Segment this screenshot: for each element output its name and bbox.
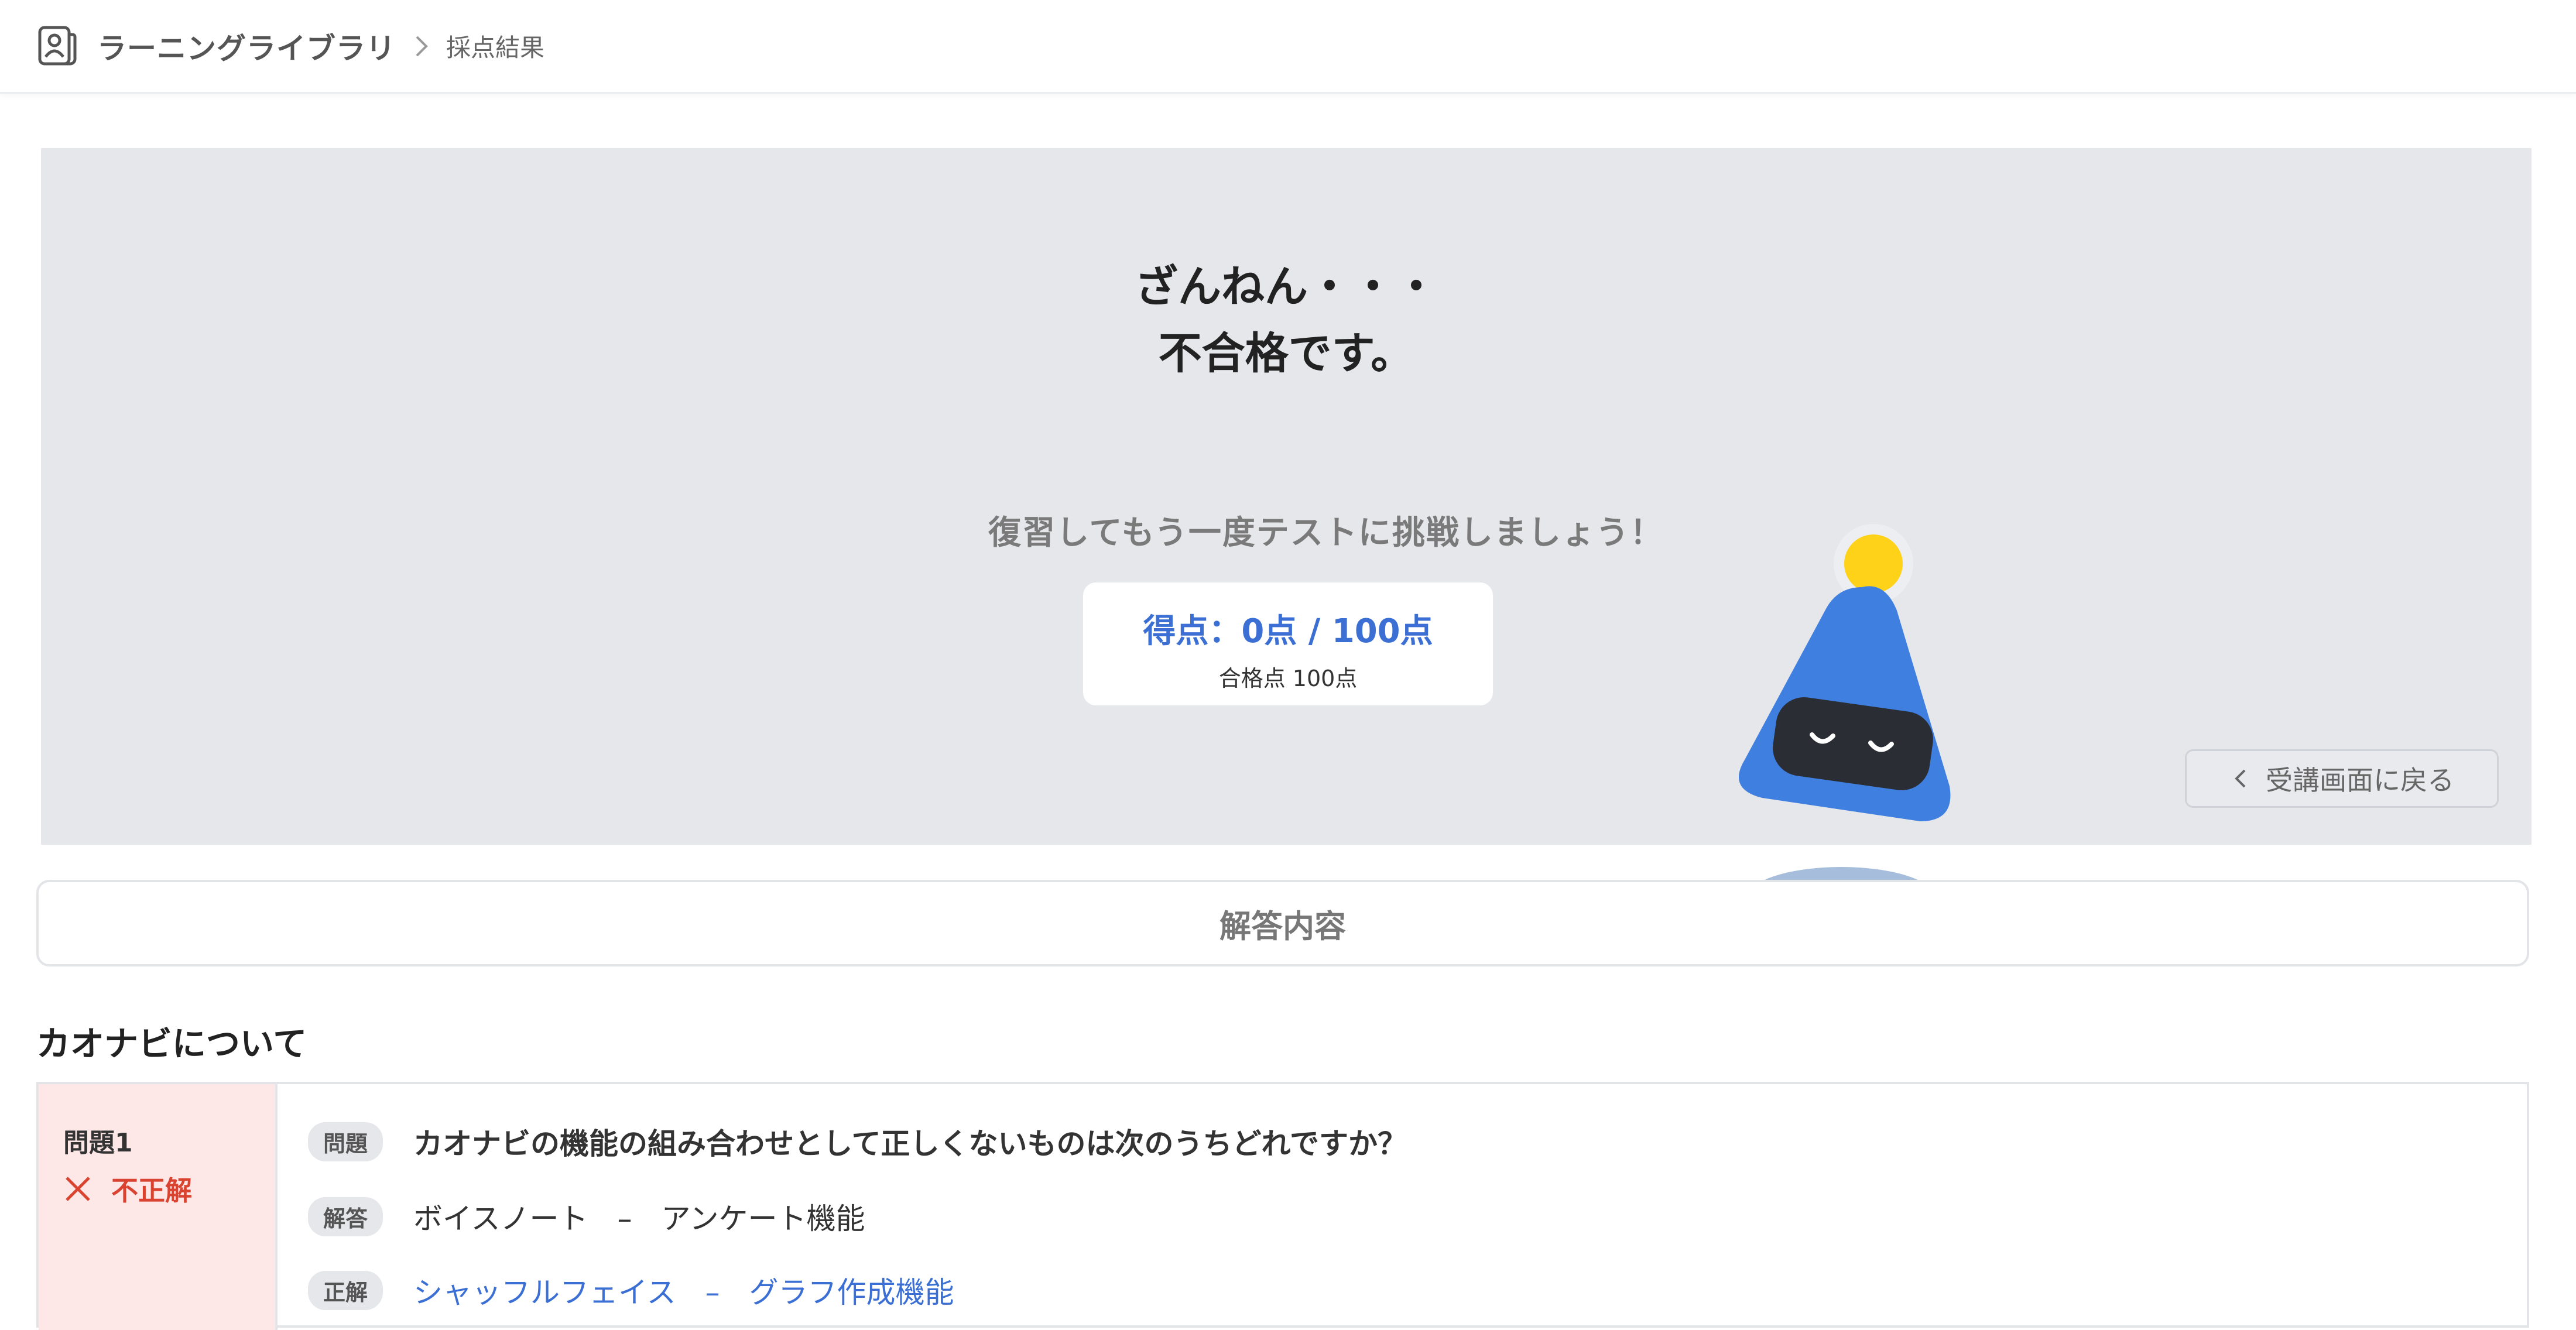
answer-text: ボイスノート – アンケート機能 xyxy=(413,1202,865,1236)
question-text: カオナビの機能の組み合わせとして正しくないものは次のうちどれですか？ xyxy=(413,1127,1407,1161)
mascot-bulb xyxy=(1844,534,1903,593)
passing-score-text: 合格点 100点 xyxy=(1218,666,1358,691)
result-title: ざんねん・・・ 不合格です。 xyxy=(41,253,2532,387)
question-result-label: 不正解 xyxy=(111,1175,192,1206)
question-number: 問題1 xyxy=(63,1128,133,1158)
question-row: 問題 カオナビの機能の組み合わせとして正しくないものは次のうちどれですか？ xyxy=(308,1120,1407,1163)
correct-row: 正解 シャッフルフェイス – グラフ作成機能 xyxy=(308,1269,954,1311)
back-to-course-button[interactable]: 受講画面に戻る xyxy=(2185,749,2499,808)
question-card: 問題1 不正解 問題 カオナビの機能の組み合わせとして正しくないものは次のうちど… xyxy=(36,1082,2529,1330)
result-title-line2: 不合格です。 xyxy=(1158,328,1414,379)
correct-tag: 正解 xyxy=(308,1270,383,1310)
score-text: 得点：0点 / 100点 xyxy=(1143,612,1433,650)
chevron-left-icon xyxy=(2235,769,2246,788)
result-title-line1: ざんねん・・・ xyxy=(1135,262,1438,312)
question-status-panel: 問題1 不正解 xyxy=(39,1084,278,1330)
breadcrumb-chevron-icon xyxy=(416,36,428,56)
breadcrumb-current: 採点結果 xyxy=(446,33,545,62)
top-header: ラーニングライブラリ 採点結果 xyxy=(0,0,2576,94)
back-to-course-label: 受講画面に戻る xyxy=(2266,765,2454,796)
answer-contents-heading: 解答内容 xyxy=(36,880,2529,966)
library-title-link[interactable]: ラーニングライブラリ xyxy=(97,25,396,67)
section-title: カオナビについて xyxy=(36,1024,307,1064)
question-result: 不正解 xyxy=(63,1170,192,1208)
result-subtitle: 復習してもう一度テストに挑戦しましょう！ xyxy=(988,514,1664,552)
learning-library-icon xyxy=(38,26,77,65)
mascot-illustration xyxy=(1739,524,1951,928)
result-hero: ざんねん・・・ 不合格です。 復習してもう一度テストに挑戦しましょう！ 得点：0… xyxy=(41,148,2532,928)
answer-row: 解答 ボイスノート – アンケート機能 xyxy=(308,1195,865,1238)
question-tag: 問題 xyxy=(308,1122,383,1161)
answer-tag: 解答 xyxy=(308,1197,383,1236)
correct-text: シャッフルフェイス – グラフ作成機能 xyxy=(413,1276,954,1310)
incorrect-x-icon xyxy=(66,1177,90,1201)
score-card: 得点：0点 / 100点 合格点 100点 xyxy=(1083,582,1493,705)
